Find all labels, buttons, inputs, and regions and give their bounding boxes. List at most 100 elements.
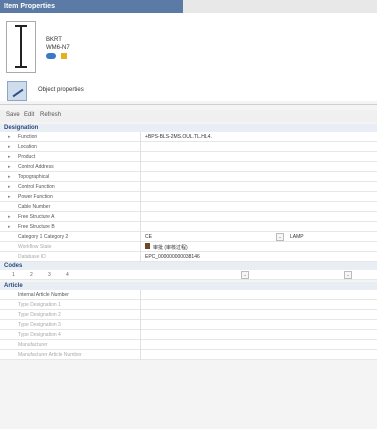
- designation-row-control-function[interactable]: ▸ Control Function: [0, 182, 377, 192]
- expand-arrow-icon[interactable]: ▸: [8, 214, 11, 220]
- row-label: Control Function: [18, 184, 55, 190]
- function-value[interactable]: +BPS-BLS-2MS.OUL.TL.HL4.: [145, 134, 212, 140]
- column-divider: [140, 132, 141, 142]
- column-divider: [140, 192, 141, 202]
- article-row-type-1[interactable]: Type Designation 1: [0, 300, 377, 310]
- code-cell-3[interactable]: 3: [48, 272, 51, 278]
- expand-arrow-icon[interactable]: ▸: [8, 134, 11, 140]
- article-row-type-3[interactable]: Type Designation 3: [0, 320, 377, 330]
- row-label: Control Address: [18, 164, 54, 170]
- object-properties-label: Object properties: [38, 87, 84, 93]
- codes-dropdown-chevron-icon[interactable]: ⌄: [241, 271, 249, 279]
- column-divider: [140, 162, 141, 172]
- window-title: Item Properties: [0, 0, 183, 13]
- row-label: Manufacturer Article Number: [18, 352, 82, 358]
- workflow-value: 审批 (审核过程): [153, 245, 188, 251]
- column-divider: [140, 320, 141, 330]
- section-article[interactable]: Article: [0, 282, 377, 290]
- designation-row-product[interactable]: ▸ Product: [0, 152, 377, 162]
- row-label: Internal Article Number: [18, 292, 69, 298]
- designation-row-function[interactable]: ▸ Function +BPS-BLS-2MS.OUL.TL.HL4.: [0, 132, 377, 142]
- designation-row-database: Database ID EPC_000000000038146: [0, 252, 377, 262]
- section-designation[interactable]: Designation: [0, 124, 377, 132]
- code-cell-1[interactable]: 1: [12, 272, 15, 278]
- section-codes[interactable]: Codes: [0, 262, 377, 270]
- row-label: Workflow State: [18, 244, 52, 250]
- column-divider: [140, 300, 141, 310]
- device-header: BKRT WM6-N7: [0, 13, 377, 79]
- database-value: EPC_000000000038146: [145, 254, 200, 260]
- article-row-manufacturer-article[interactable]: Manufacturer Article Number: [0, 350, 377, 360]
- column-divider: [140, 242, 141, 252]
- column-divider: [140, 212, 141, 222]
- row-label: Type Designation 4: [18, 332, 61, 338]
- code-cell-4[interactable]: 4: [66, 272, 69, 278]
- expand-arrow-icon[interactable]: ▸: [8, 164, 11, 170]
- column-divider: [140, 350, 141, 360]
- row-label: Type Designation 1: [18, 302, 61, 308]
- titlebar-spacer: [183, 0, 377, 13]
- category-right-value[interactable]: LAMP: [290, 234, 304, 240]
- designation-row-location[interactable]: ▸ Location: [0, 142, 377, 152]
- refresh-button[interactable]: Refresh: [40, 112, 61, 118]
- article-row-type-2[interactable]: Type Designation 2: [0, 310, 377, 320]
- column-divider: [140, 142, 141, 152]
- designation-row-free-structure-b[interactable]: ▸ Free Structure B: [0, 222, 377, 232]
- column-divider: [140, 290, 141, 300]
- code-cell-2[interactable]: 2: [30, 272, 33, 278]
- article-row-type-4[interactable]: Type Designation 4: [0, 330, 377, 340]
- edit-button[interactable]: Edit: [24, 112, 34, 118]
- designation-row-cable-number[interactable]: Cable Number: [0, 202, 377, 212]
- expand-arrow-icon[interactable]: ▸: [8, 184, 11, 190]
- row-label: Type Designation 3: [18, 322, 61, 328]
- warning-icon: [60, 53, 67, 59]
- row-label: Power Function: [18, 194, 53, 200]
- column-divider: [140, 172, 141, 182]
- codes-dropdown-chevron-icon[interactable]: ⌄: [344, 271, 352, 279]
- device-thumbnail: [6, 21, 36, 73]
- expand-arrow-icon[interactable]: ▸: [8, 144, 11, 150]
- column-divider: [140, 152, 141, 162]
- row-label: Free Structure B: [18, 224, 55, 230]
- pen-icon: [145, 243, 150, 249]
- row-label: Location: [18, 144, 37, 150]
- row-label: Function: [18, 134, 38, 140]
- category-dropdown-chevron-icon[interactable]: ⌄: [276, 233, 284, 241]
- column-divider: [140, 182, 141, 192]
- article-row-internal-number[interactable]: Internal Article Number: [0, 290, 377, 300]
- column-divider: [140, 232, 141, 242]
- row-label: Topographical: [18, 174, 50, 180]
- save-button[interactable]: Save: [6, 112, 20, 118]
- expand-arrow-icon[interactable]: ▸: [8, 194, 11, 200]
- codes-row[interactable]: 1 2 3 4 ⌄ ⌄: [0, 270, 377, 280]
- designation-row-topographical[interactable]: ▸ Topographical: [0, 172, 377, 182]
- designation-row-free-structure-a[interactable]: ▸ Free Structure A: [0, 212, 377, 222]
- row-label: Type Designation 2: [18, 312, 61, 318]
- expand-arrow-icon[interactable]: ▸: [8, 174, 11, 180]
- column-divider: [140, 202, 141, 212]
- expand-arrow-icon[interactable]: ▸: [8, 224, 11, 230]
- category-value[interactable]: CE: [145, 234, 152, 240]
- edit-pen-icon: [7, 81, 27, 101]
- object-properties-button[interactable]: Object properties: [0, 79, 377, 101]
- thumbnail-bar: [20, 25, 22, 68]
- designation-row-category[interactable]: Category 1 Category 2 CE ⌄ LAMP: [0, 232, 377, 242]
- row-label: Cable Number: [18, 204, 51, 210]
- row-label: Database ID: [18, 254, 46, 260]
- article-row-manufacturer[interactable]: Manufacturer: [0, 340, 377, 350]
- designation-row-workflow: Workflow State 审批 (审核过程): [0, 242, 377, 252]
- device-name: BKRT: [46, 37, 62, 43]
- designation-row-control-address[interactable]: ▸ Control Address: [0, 162, 377, 172]
- header-divider: [0, 104, 377, 105]
- column-divider: [140, 252, 141, 262]
- designation-row-power-function[interactable]: ▸ Power Function: [0, 192, 377, 202]
- device-code: WM6-N7: [46, 45, 70, 51]
- device-status-icons: [46, 53, 67, 60]
- row-label: Free Structure A: [18, 214, 55, 220]
- row-label: Manufacturer: [18, 342, 48, 348]
- expand-arrow-icon[interactable]: ▸: [8, 154, 11, 160]
- row-label: Product: [18, 154, 36, 160]
- column-divider: [140, 330, 141, 340]
- column-divider: [140, 340, 141, 350]
- column-divider: [140, 222, 141, 232]
